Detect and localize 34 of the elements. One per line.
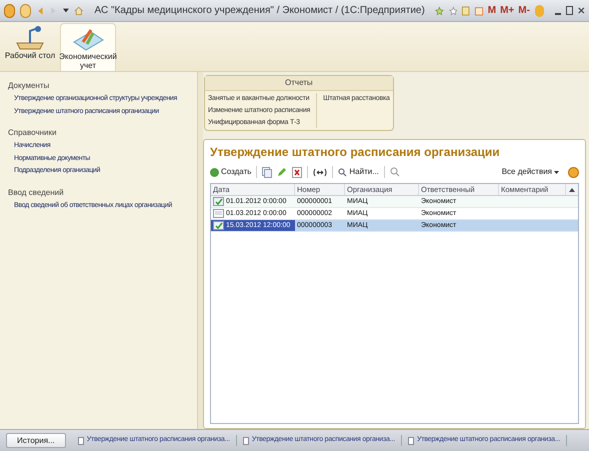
star-outline-icon[interactable]	[448, 4, 458, 16]
search-cancel-icon[interactable]	[390, 167, 400, 177]
scroll-up-icon[interactable]	[569, 188, 575, 192]
memory-button[interactable]: M-	[518, 3, 530, 18]
caret-icon[interactable]	[63, 8, 69, 13]
navigation-heading: Справочники	[8, 127, 58, 139]
caret-icon	[554, 170, 559, 174]
memory-button[interactable]: M	[488, 3, 496, 18]
memory-button[interactable]: M+	[500, 3, 514, 18]
document-icon[interactable]	[462, 4, 470, 16]
star-icon[interactable]	[434, 4, 444, 16]
minimize-icon[interactable]	[554, 12, 562, 14]
copy-icon[interactable]	[262, 166, 272, 178]
navigation-heading: Документы	[8, 80, 50, 92]
navigation-heading: Ввод сведений	[8, 186, 65, 198]
close-icon[interactable]	[578, 6, 586, 15]
maximize-icon[interactable]	[566, 6, 574, 15]
app-logo-icon[interactable]	[4, 4, 15, 18]
back-arrow-icon[interactable]	[36, 4, 44, 16]
history-button[interactable]: История...	[6, 433, 66, 448]
reports-title: Отчеты	[205, 76, 393, 91]
all-actions-button[interactable]: Все действия	[502, 166, 559, 178]
form-title: Утверждение штатного расписания организации	[210, 144, 501, 161]
double-arrow-icon[interactable]	[313, 168, 328, 176]
create-button[interactable]: Создать	[210, 166, 252, 178]
pencil-icon[interactable]	[277, 167, 288, 177]
section-button[interactable]: Экономический учет	[60, 23, 116, 71]
find-button[interactable]: Найти...	[338, 166, 379, 178]
search-icon	[338, 168, 348, 176]
window-title: АС "Кадры медицинского учреждения" / Экономист / (1С:Предприятие)	[94, 4, 425, 18]
section-button[interactable]: Рабочий стол	[4, 23, 56, 71]
home-icon[interactable]	[74, 4, 84, 16]
chart-map-icon	[71, 26, 105, 52]
delete-icon[interactable]	[292, 166, 302, 178]
